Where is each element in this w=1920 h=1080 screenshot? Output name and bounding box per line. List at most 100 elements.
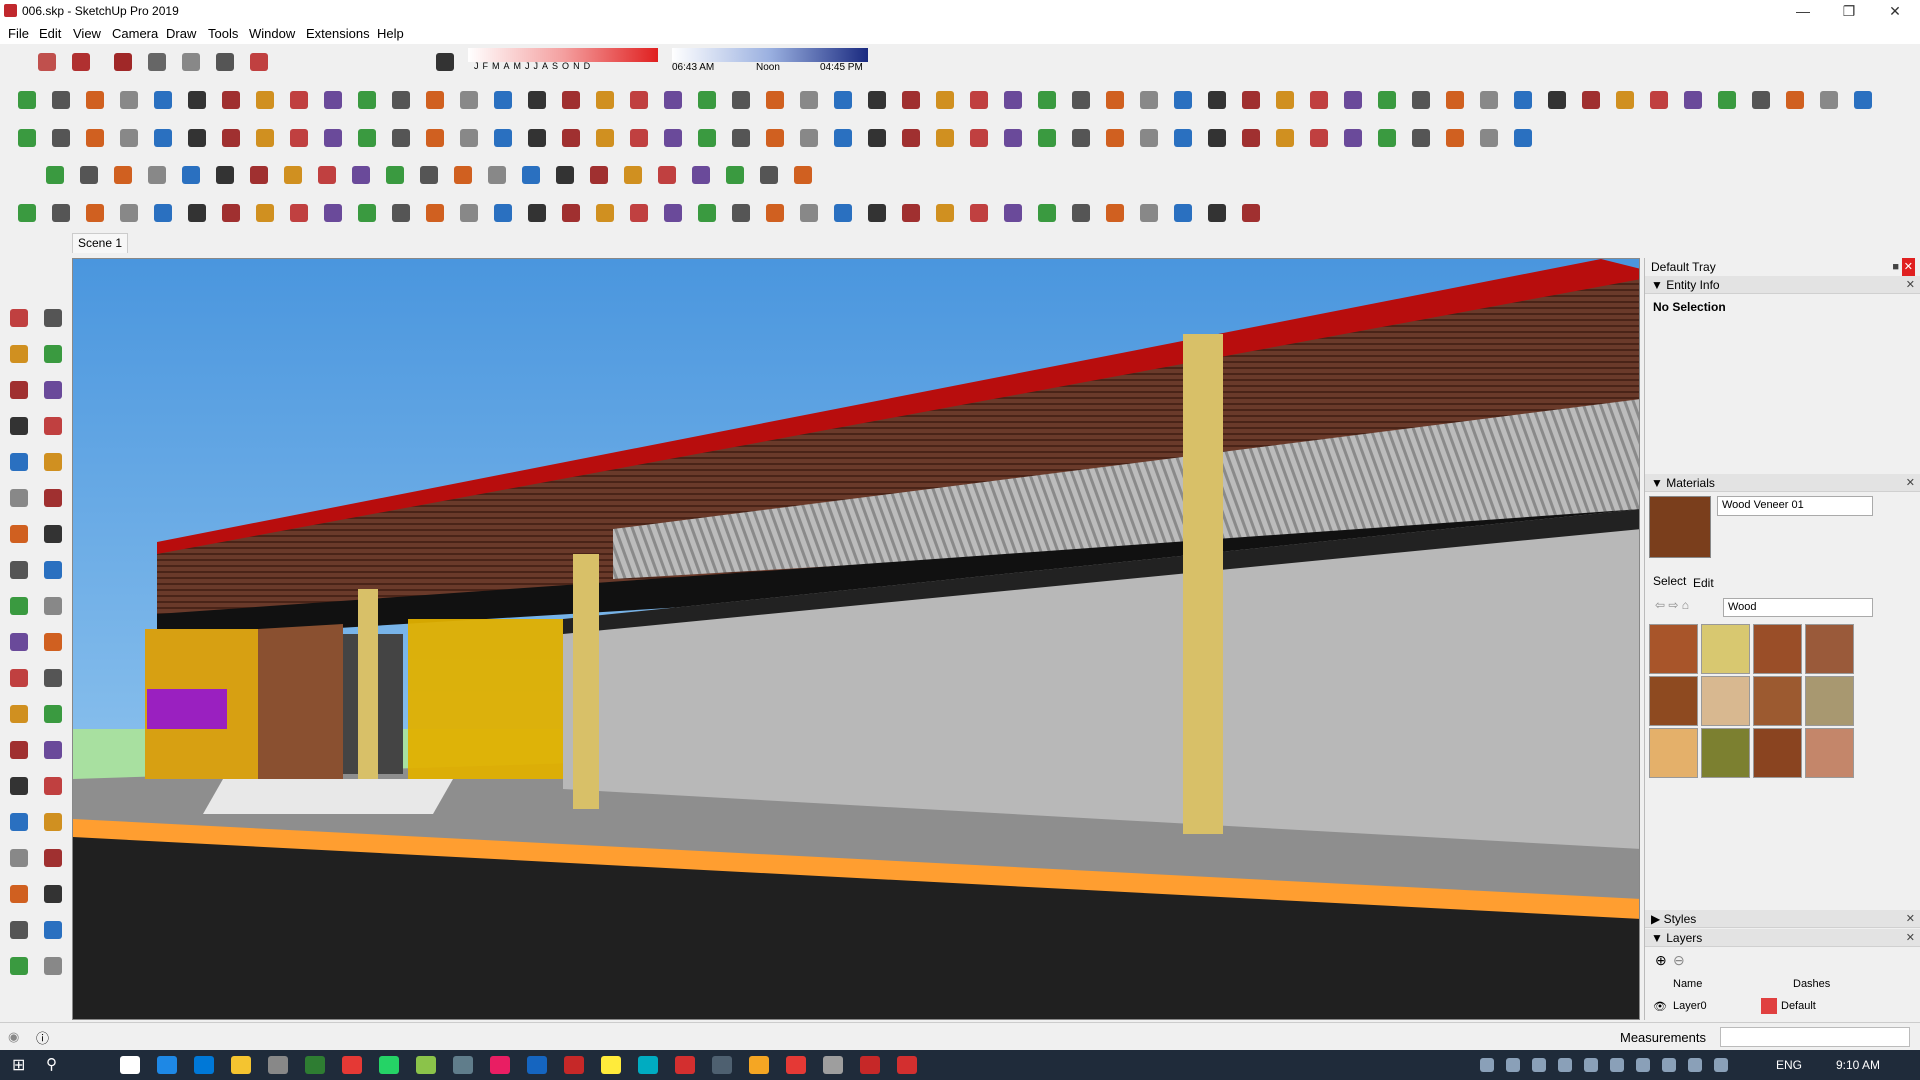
layers-close-icon[interactable]: ✕ xyxy=(1906,929,1915,947)
material-swatch[interactable] xyxy=(1805,728,1854,778)
large-tool-icon[interactable] xyxy=(6,485,32,511)
toolbar-tool-icon[interactable] xyxy=(320,125,346,151)
toolbar-tool-icon[interactable] xyxy=(14,87,40,113)
toolbar-tool-icon[interactable] xyxy=(422,200,448,226)
toolbar-tool-icon[interactable] xyxy=(1680,87,1706,113)
toolbar-tool-icon[interactable] xyxy=(1170,87,1196,113)
measurements-input[interactable] xyxy=(1720,1027,1910,1047)
menu-extensions[interactable]: Extensions xyxy=(306,26,370,41)
large-tool-icon[interactable] xyxy=(40,773,66,799)
large-tool-icon[interactable] xyxy=(6,917,32,943)
toolbar-tool-icon[interactable] xyxy=(218,87,244,113)
large-tool-icon[interactable] xyxy=(6,521,32,547)
menu-tools[interactable]: Tools xyxy=(208,26,238,41)
styles-header[interactable]: ▶ Styles ✕ xyxy=(1645,910,1920,928)
system-tray-icon[interactable] xyxy=(1662,1058,1676,1072)
taskbar-app-icon[interactable] xyxy=(638,1056,658,1074)
toolbar-tool-icon[interactable] xyxy=(150,200,176,226)
toolbar-tool-icon[interactable] xyxy=(932,200,958,226)
material-swatch[interactable] xyxy=(1805,676,1854,726)
menu-window[interactable]: Window xyxy=(249,26,295,41)
toolbar-tool-icon[interactable] xyxy=(796,200,822,226)
toolbar-tool-icon[interactable] xyxy=(694,125,720,151)
large-tool-icon[interactable] xyxy=(6,953,32,979)
toolbar-tool-icon[interactable] xyxy=(762,87,788,113)
taskbar-app-icon[interactable] xyxy=(712,1056,732,1074)
toolbar-tool-icon[interactable] xyxy=(144,162,170,188)
taskbar-app-icon[interactable] xyxy=(601,1056,621,1074)
time-slider[interactable] xyxy=(672,48,868,62)
clock[interactable]: 9:10 AM xyxy=(1836,1058,1880,1072)
toolbar-tool-icon[interactable] xyxy=(416,162,442,188)
system-tray-icon[interactable] xyxy=(1714,1058,1728,1072)
info-icon[interactable]: ⓘ xyxy=(36,1028,49,1047)
toolbar-tool-icon[interactable] xyxy=(654,162,680,188)
toolbar-tool-icon[interactable] xyxy=(1102,125,1128,151)
material-swatch[interactable] xyxy=(1649,624,1698,674)
toolbar-tool-icon[interactable] xyxy=(898,125,924,151)
toolbar-tool-icon[interactable] xyxy=(490,200,516,226)
toolbar-tool-icon[interactable] xyxy=(388,87,414,113)
menu-draw[interactable]: Draw xyxy=(166,26,196,41)
toolbar-tool-icon[interactable] xyxy=(320,87,346,113)
scene-tab[interactable]: Scene 1 xyxy=(72,233,128,253)
pin-icon[interactable]: ■ xyxy=(1892,258,1899,276)
toolbar-tool-icon[interactable] xyxy=(592,200,618,226)
toolbar-tool-icon[interactable] xyxy=(184,125,210,151)
toolbar-tool-icon[interactable] xyxy=(1442,125,1468,151)
toolbar-tool-icon[interactable] xyxy=(382,162,408,188)
toolbar-tool-icon[interactable] xyxy=(422,125,448,151)
toolbar-tool-icon[interactable] xyxy=(1374,87,1400,113)
toolbar-tool-icon[interactable] xyxy=(218,200,244,226)
taskbar-app-icon[interactable] xyxy=(268,1056,288,1074)
material-swatch[interactable] xyxy=(1701,728,1750,778)
taskbar-app-icon[interactable] xyxy=(749,1056,769,1074)
layout-icon[interactable] xyxy=(110,49,136,75)
large-tool-icon[interactable] xyxy=(40,413,66,439)
taskbar-app-icon[interactable] xyxy=(860,1056,880,1074)
toolbar-tool-icon[interactable] xyxy=(898,200,924,226)
materials-header[interactable]: ▼ Materials ✕ xyxy=(1645,474,1920,492)
menu-file[interactable]: File xyxy=(8,26,29,41)
toolbar-tool-icon[interactable] xyxy=(898,87,924,113)
toolbar-tool-icon[interactable] xyxy=(694,200,720,226)
tab-edit[interactable]: Edit xyxy=(1693,576,1714,590)
toolbar-tool-icon[interactable] xyxy=(388,200,414,226)
toolbar-tool-icon[interactable] xyxy=(1272,125,1298,151)
toolbar-tool-icon[interactable] xyxy=(1850,87,1876,113)
toolbar-tool-icon[interactable] xyxy=(1816,87,1842,113)
toolbar-tool-icon[interactable] xyxy=(558,200,584,226)
toolbar-tool-icon[interactable] xyxy=(626,87,652,113)
toolbar-tool-icon[interactable] xyxy=(14,125,40,151)
large-tool-icon[interactable] xyxy=(6,341,32,367)
taskbar-app-icon[interactable] xyxy=(379,1056,399,1074)
toolbar-tool-icon[interactable] xyxy=(524,125,550,151)
taskbar-app-icon[interactable] xyxy=(823,1056,843,1074)
toolbar-tool-icon[interactable] xyxy=(592,125,618,151)
month-slider[interactable] xyxy=(468,48,658,62)
toolbar-tool-icon[interactable] xyxy=(1306,87,1332,113)
toolbar-tool-icon[interactable] xyxy=(48,87,74,113)
toolbar-tool-icon[interactable] xyxy=(694,87,720,113)
toolbar-tool-icon[interactable] xyxy=(1442,87,1468,113)
search-icon[interactable]: ⚲ xyxy=(46,1055,57,1073)
toolbar-tool-icon[interactable] xyxy=(1340,125,1366,151)
large-tool-icon[interactable] xyxy=(40,845,66,871)
toolbar-tool-icon[interactable] xyxy=(280,162,306,188)
back-forward-icons[interactable]: ⇦ ⇨ ⌂ xyxy=(1655,598,1689,612)
toolbar-tool-icon[interactable] xyxy=(252,200,278,226)
large-tool-icon[interactable] xyxy=(6,737,32,763)
material-swatch[interactable] xyxy=(1805,624,1854,674)
geo-location-icon[interactable]: ◉ xyxy=(8,1029,19,1045)
toolbar-tool-icon[interactable] xyxy=(314,162,340,188)
toolbar-tool-icon[interactable] xyxy=(1748,87,1774,113)
toolbar-tool-icon[interactable] xyxy=(116,125,142,151)
toolbar-tool-icon[interactable] xyxy=(48,125,74,151)
toolbar-tool-icon[interactable] xyxy=(1068,200,1094,226)
large-tool-icon[interactable] xyxy=(6,845,32,871)
export-icon[interactable] xyxy=(246,49,272,75)
menu-help[interactable]: Help xyxy=(377,26,404,41)
toolbar-tool-icon[interactable] xyxy=(1272,87,1298,113)
toolbar-tool-icon[interactable] xyxy=(218,125,244,151)
toolbar-tool-icon[interactable] xyxy=(1510,125,1536,151)
